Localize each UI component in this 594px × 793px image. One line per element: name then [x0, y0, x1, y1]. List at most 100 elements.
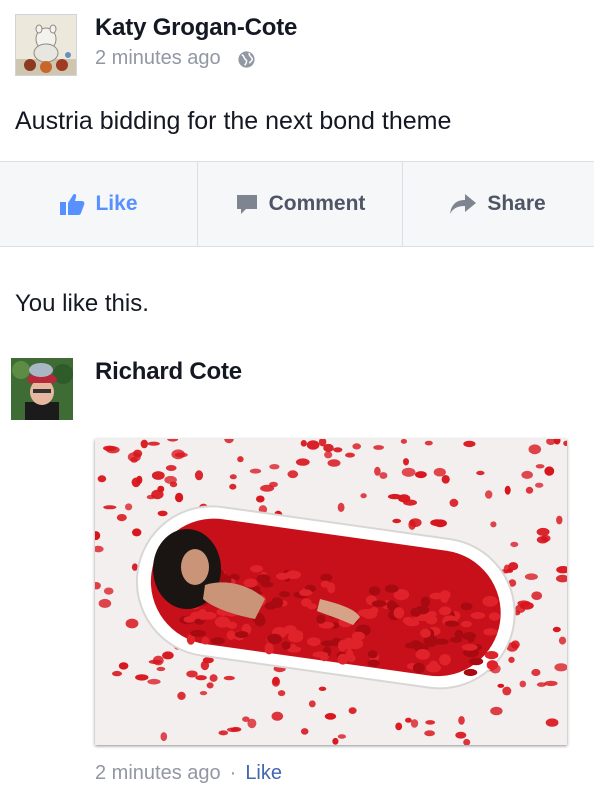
comment-photo[interactable] [95, 439, 567, 745]
comment-meta: 2 minutes ago · Like [95, 762, 282, 785]
rose-petal [395, 722, 403, 731]
rose-petal [283, 625, 297, 635]
rose-petal [351, 631, 365, 641]
rose-petal [469, 657, 484, 666]
rose-petal [483, 628, 498, 636]
rose-petal [463, 668, 478, 677]
rose-petal [461, 643, 478, 651]
rose-petal [165, 465, 177, 471]
rose-petal [136, 475, 143, 485]
rose-petal [250, 565, 263, 573]
likes-summary[interactable]: You like this. [15, 290, 149, 318]
rose-petal [367, 650, 378, 659]
rose-petal [367, 659, 380, 667]
rose-petal [306, 440, 320, 450]
like-label: Like [95, 192, 138, 215]
rose-petal [371, 600, 387, 607]
rose-petal [164, 475, 177, 484]
rose-petal [497, 683, 505, 688]
rose-petal [558, 636, 567, 645]
rose-petal [400, 439, 407, 444]
rose-petal [519, 680, 527, 688]
rose-petal [269, 464, 280, 470]
rose-petal [430, 519, 445, 527]
rose-petal [267, 633, 282, 644]
rose-petal [342, 637, 356, 650]
comment-timestamp[interactable]: 2 minutes ago [95, 762, 221, 785]
rose-petal [320, 573, 333, 582]
commenter-name[interactable]: Richard Cote [95, 358, 242, 386]
rose-petal [118, 662, 129, 670]
rose-petal [531, 591, 543, 600]
rose-petal [300, 728, 309, 735]
rose-petal [510, 541, 519, 548]
comment-like-link[interactable]: Like [245, 762, 282, 785]
rose-petal [312, 651, 329, 658]
rose-petal [324, 451, 333, 459]
rose-petal [403, 499, 417, 506]
author-name[interactable]: Katy Grogan-Cote [95, 14, 297, 42]
rose-petal [160, 732, 168, 742]
post-header: Katy Grogan-Cote 2 minutes ago [0, 0, 594, 90]
rose-petal [229, 474, 237, 480]
rose-petal [103, 587, 114, 595]
rose-petal [420, 628, 431, 638]
rose-petal [387, 493, 402, 500]
rose-petal [157, 510, 168, 517]
rose-petal [256, 495, 265, 503]
rose-petal [545, 718, 559, 727]
rose-petal [440, 595, 449, 603]
author-avatar[interactable] [15, 14, 77, 76]
rose-petal [285, 570, 302, 580]
rose-petal [348, 707, 357, 714]
rose-petal [183, 616, 196, 623]
rose-petal [536, 536, 549, 544]
rose-petal [531, 668, 541, 677]
rose-petal [320, 580, 331, 588]
rose-petal [458, 716, 465, 725]
share-button[interactable]: Share [401, 162, 594, 246]
rose-petal [415, 471, 427, 479]
rose-petal [425, 720, 436, 725]
rose-petal [332, 737, 339, 745]
rose-petal [327, 459, 341, 467]
post-timestamp[interactable]: 2 minutes ago [95, 47, 221, 70]
rose-petal [384, 584, 399, 593]
rose-petal [197, 609, 208, 620]
rose-petal [243, 578, 258, 588]
rose-petal [140, 439, 148, 449]
rose-petal [174, 452, 188, 458]
rose-petal [466, 631, 475, 643]
rose-petal [225, 621, 236, 629]
rose-petal [415, 649, 431, 660]
rose-petal [535, 464, 545, 469]
bathtub-rose-petals-image [95, 439, 567, 745]
rose-petal [374, 466, 381, 476]
rose-petal [206, 682, 214, 689]
rose-petal [247, 718, 257, 729]
like-button[interactable]: Like [0, 162, 197, 246]
rose-petal [386, 600, 397, 611]
rose-petal [229, 483, 237, 490]
rose-petal [415, 605, 430, 615]
rose-petal [427, 611, 437, 617]
comment-button[interactable]: Comment [197, 162, 403, 246]
rose-petal [455, 731, 467, 739]
rose-petal [552, 626, 561, 633]
rose-petal [460, 602, 473, 611]
rose-petal [502, 686, 512, 696]
rose-petal [234, 631, 249, 638]
commenter-avatar[interactable] [11, 358, 73, 420]
rose-petal [535, 482, 544, 488]
rose-petal [393, 607, 405, 619]
rose-petal [307, 603, 317, 610]
rose-petal [337, 502, 345, 512]
rose-petal [147, 441, 160, 446]
rose-petal [152, 655, 164, 666]
rose-petal [151, 471, 165, 480]
rose-petal [295, 458, 310, 466]
rose-petal [484, 651, 499, 660]
rose-petal [199, 691, 208, 696]
rose-petal [439, 654, 451, 666]
rose-petal [490, 521, 497, 528]
